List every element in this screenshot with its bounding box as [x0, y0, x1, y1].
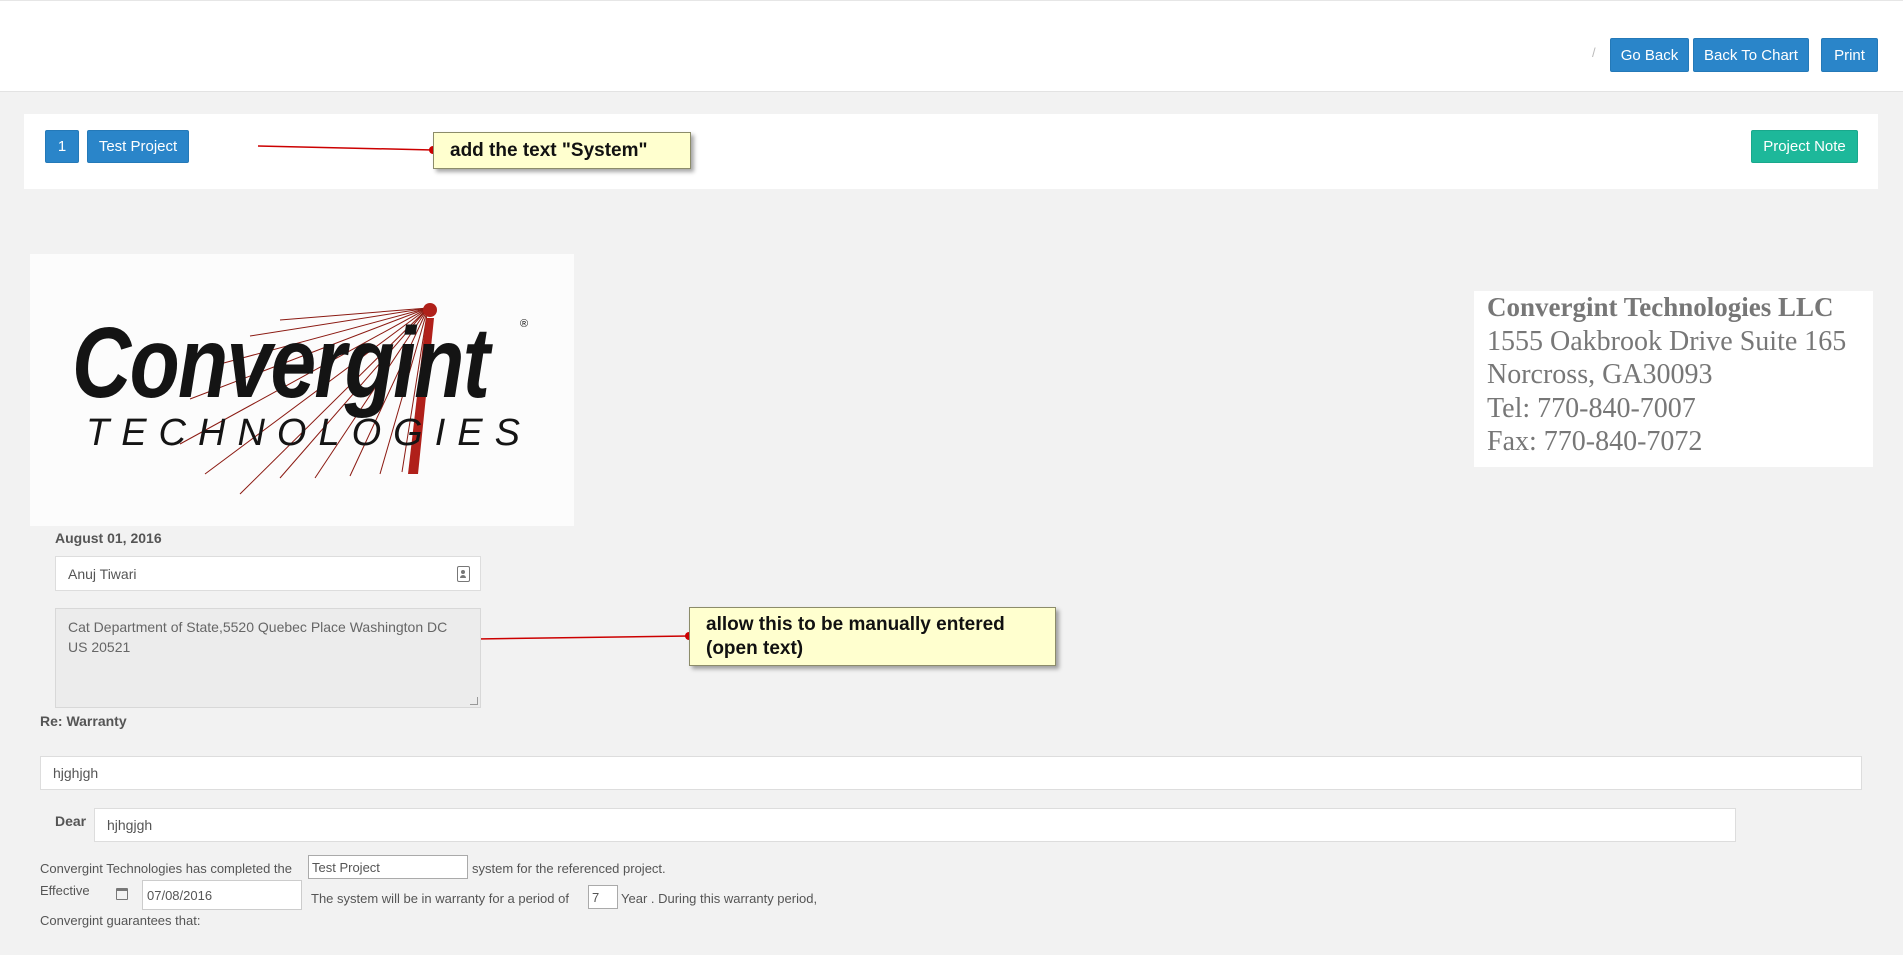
resize-grip-icon[interactable]: [470, 697, 478, 705]
calendar-icon[interactable]: [116, 888, 128, 900]
dear-name-value: hjhgjgh: [107, 817, 153, 833]
company-name: Convergint Technologies LLC: [1487, 292, 1834, 322]
contact-value: Anuj Tiwari: [68, 565, 137, 582]
letter-date: August 01, 2016: [55, 530, 162, 546]
completed-text-prefix: Convergint Technologies has completed th…: [40, 861, 292, 876]
contact-field[interactable]: Anuj Tiwari: [55, 556, 481, 591]
annotation-callout-open-text: allow this to be manually entered (open …: [689, 607, 1056, 666]
company-address-block: Convergint Technologies LLC 1555 Oakbroo…: [1474, 291, 1873, 467]
callout-1-text: add the text "System": [450, 140, 648, 161]
warranty-years-value: 7: [592, 889, 600, 905]
company-fax: Fax: 770-840-7072: [1487, 426, 1703, 457]
dear-label: Dear: [55, 813, 87, 829]
recipient-address-value: Cat Department of State,5520 Quebec Plac…: [68, 619, 448, 655]
effective-date-input[interactable]: 07/08/2016: [142, 880, 302, 910]
recipient-address-textarea[interactable]: Cat Department of State,5520 Quebec Plac…: [55, 608, 481, 708]
logo-main-text: Convergint: [72, 307, 490, 419]
contact-book-icon[interactable]: [457, 566, 470, 582]
company-logo: Convergint TECHNOLOGIES ®: [30, 254, 574, 526]
logo-registered-mark: ®: [520, 318, 529, 330]
warranty-text-prefix: The system will be in warranty for a per…: [311, 891, 569, 906]
logo-sub-text: TECHNOLOGIES: [86, 412, 532, 454]
annotation-callout-system: add the text "System": [433, 132, 691, 169]
guarantee-text: Convergint guarantees that:: [40, 913, 201, 928]
callout-2-text-line2: (open text): [706, 638, 804, 659]
project-system-input[interactable]: Test Project: [308, 855, 468, 879]
callout-2-arrow: [475, 630, 702, 641]
completed-text-suffix: system for the referenced project.: [472, 861, 666, 876]
callout-2-text-line1: allow this to be manually entered: [706, 614, 1005, 635]
re-label: Re: Warranty: [40, 713, 127, 729]
effective-date-value: 07/08/2016: [147, 887, 213, 903]
effective-label: Effective: [40, 883, 90, 898]
warranty-years-input[interactable]: 7: [588, 885, 618, 909]
warranty-text-suffix: Year . During this warranty period,: [621, 891, 818, 906]
company-tel: Tel: 770-840-7007: [1487, 392, 1696, 424]
company-city: Norcross, GA30093: [1487, 359, 1713, 390]
callout-1-arrow: [257, 145, 446, 156]
re-subject-input[interactable]: hjghjgh: [40, 756, 1862, 790]
company-street: 1555 Oakbrook Drive Suite 165: [1487, 325, 1847, 357]
project-system-value: Test Project: [312, 859, 380, 875]
dear-name-input[interactable]: hjhgjgh: [94, 808, 1736, 842]
re-subject-value: hjghjgh: [53, 765, 99, 781]
